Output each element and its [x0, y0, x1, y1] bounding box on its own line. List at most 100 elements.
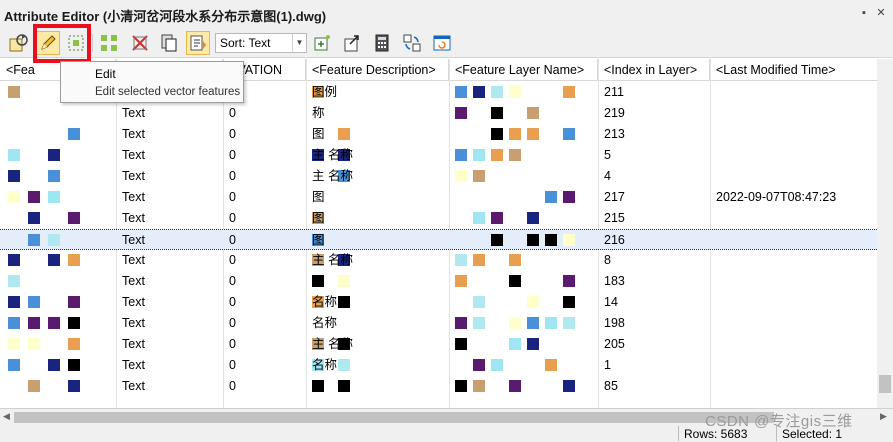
cell-modified-time[interactable] — [710, 230, 877, 251]
cell-elevation[interactable]: 0 — [223, 230, 306, 251]
table-row[interactable]: Text 0 称 219 — [0, 103, 877, 124]
table-row[interactable]: Text 0 名称 14 — [0, 292, 877, 313]
cell-index[interactable]: 85 — [598, 376, 710, 397]
cell-type[interactable]: Text — [116, 145, 223, 166]
cell-elevation[interactable]: 0 — [223, 313, 306, 334]
table-row[interactable]: Text 0 主 名称 4 — [0, 166, 877, 187]
cell-index[interactable]: 215 — [598, 208, 710, 229]
cell-index[interactable]: 4 — [598, 166, 710, 187]
cell-elevation[interactable]: 0 — [223, 250, 306, 271]
cell-modified-time[interactable] — [710, 313, 877, 334]
close-icon[interactable]: ✕ — [874, 6, 888, 20]
cell-modified-time[interactable] — [710, 334, 877, 355]
cell-type[interactable]: Text — [116, 187, 223, 208]
chevron-down-icon[interactable]: ▼ — [292, 34, 306, 52]
cell-description[interactable]: 主 名称 — [306, 334, 449, 355]
cell-description[interactable]: 图 — [306, 124, 449, 145]
cell-elevation[interactable]: 0 — [223, 376, 306, 397]
cell-description[interactable]: 主 名称 — [306, 145, 449, 166]
table-row[interactable]: Text 0 85 — [0, 376, 877, 397]
export-icon[interactable] — [340, 31, 364, 55]
cell-description[interactable]: 图例 — [306, 82, 449, 103]
cell-index[interactable]: 205 — [598, 334, 710, 355]
cell-modified-time[interactable] — [710, 271, 877, 292]
select-features-icon[interactable] — [64, 31, 88, 55]
calculator-icon[interactable] — [370, 31, 394, 55]
cell-description[interactable]: 名称 — [306, 355, 449, 376]
table-row[interactable]: Text 0 图 216 — [0, 229, 877, 250]
cell-type[interactable]: Text — [116, 230, 223, 251]
cell-elevation[interactable]: 0 — [223, 292, 306, 313]
cell-description[interactable]: 图 — [306, 208, 449, 229]
cell-type[interactable]: Text — [116, 166, 223, 187]
column-header-layer-name[interactable]: <Feature Layer Name> — [449, 59, 598, 81]
cell-modified-time[interactable] — [710, 208, 877, 229]
cell-modified-time[interactable] — [710, 124, 877, 145]
cell-description[interactable] — [306, 271, 449, 292]
sync-icon[interactable] — [400, 31, 424, 55]
cell-elevation[interactable]: 0 — [223, 166, 306, 187]
cell-description[interactable]: 图 — [306, 187, 449, 208]
cell-index[interactable]: 198 — [598, 313, 710, 334]
delete-features-icon[interactable] — [128, 31, 152, 55]
cell-elevation[interactable]: 0 — [223, 334, 306, 355]
cell-modified-time[interactable] — [710, 166, 877, 187]
copy-paste-icon[interactable] — [157, 31, 181, 55]
cell-type[interactable]: Text — [116, 124, 223, 145]
pin-icon[interactable]: ▪ — [857, 6, 871, 20]
vertical-scroll-thumb[interactable] — [879, 375, 891, 393]
column-header-index[interactable]: <Index in Layer> — [598, 59, 710, 81]
column-header-modified-time[interactable]: <Last Modified Time> — [710, 59, 877, 81]
cell-elevation[interactable]: 0 — [223, 103, 306, 124]
cell-type[interactable]: Text — [116, 271, 223, 292]
cell-modified-time[interactable] — [710, 355, 877, 376]
scroll-right-icon[interactable]: ▶ — [880, 411, 887, 422]
cell-elevation[interactable]: 0 — [223, 124, 306, 145]
horizontal-scroll-thumb[interactable] — [14, 412, 774, 423]
cell-description[interactable]: 主 名称 — [306, 166, 449, 187]
cell-type[interactable]: Text — [116, 208, 223, 229]
table-row[interactable]: Text 0 图 215 — [0, 208, 877, 229]
refresh-attributes-icon[interactable] — [6, 31, 30, 55]
cell-description[interactable]: 名称 — [306, 313, 449, 334]
cell-index[interactable]: 211 — [598, 82, 710, 103]
cell-description[interactable] — [306, 376, 449, 397]
cell-modified-time[interactable] — [710, 292, 877, 313]
cell-index[interactable]: 217 — [598, 187, 710, 208]
edit-button[interactable] — [36, 31, 60, 55]
cell-modified-time[interactable] — [710, 82, 877, 103]
cell-modified-time[interactable] — [710, 250, 877, 271]
table-row[interactable]: Text 0 图 213 — [0, 124, 877, 145]
add-field-icon[interactable] — [310, 31, 334, 55]
cell-index[interactable]: 219 — [598, 103, 710, 124]
cell-elevation[interactable]: 0 — [223, 145, 306, 166]
table-row[interactable]: Text 0 主 名称 8 — [0, 250, 877, 271]
cell-elevation[interactable]: 0 — [223, 355, 306, 376]
column-header-description[interactable]: <Feature Description> — [306, 59, 449, 81]
cell-elevation[interactable]: 0 — [223, 208, 306, 229]
cell-description[interactable]: 主 名称 — [306, 250, 449, 271]
cell-index[interactable]: 183 — [598, 271, 710, 292]
cell-modified-time[interactable]: 2022-09-07T08:47:23 — [710, 187, 877, 208]
cell-type[interactable]: Text — [116, 313, 223, 334]
select-all-icon[interactable] — [97, 31, 121, 55]
cell-type[interactable]: Text — [116, 292, 223, 313]
cell-type[interactable]: Text — [116, 103, 223, 124]
refresh-table-icon[interactable] — [430, 31, 454, 55]
cell-index[interactable]: 5 — [598, 145, 710, 166]
table-row[interactable]: Text 0 183 — [0, 271, 877, 292]
vertical-scrollbar[interactable] — [877, 59, 893, 408]
cell-index[interactable]: 8 — [598, 250, 710, 271]
cell-elevation[interactable]: 0 — [223, 271, 306, 292]
cell-type[interactable]: Text — [116, 355, 223, 376]
scroll-left-icon[interactable]: ◀ — [3, 411, 10, 422]
table-row[interactable]: Text 0 图 217 2022-09-07T08:47:23 — [0, 187, 877, 208]
sort-dropdown[interactable]: Sort: Text ▼ — [215, 33, 307, 53]
cell-type[interactable]: Text — [116, 250, 223, 271]
cell-modified-time[interactable] — [710, 376, 877, 397]
cell-index[interactable]: 213 — [598, 124, 710, 145]
cell-description[interactable]: 图 — [306, 230, 449, 251]
table-row[interactable]: Text 0 名称 198 — [0, 313, 877, 334]
cell-index[interactable]: 216 — [598, 230, 710, 251]
table-row[interactable]: Text 0 名称 1 — [0, 355, 877, 376]
